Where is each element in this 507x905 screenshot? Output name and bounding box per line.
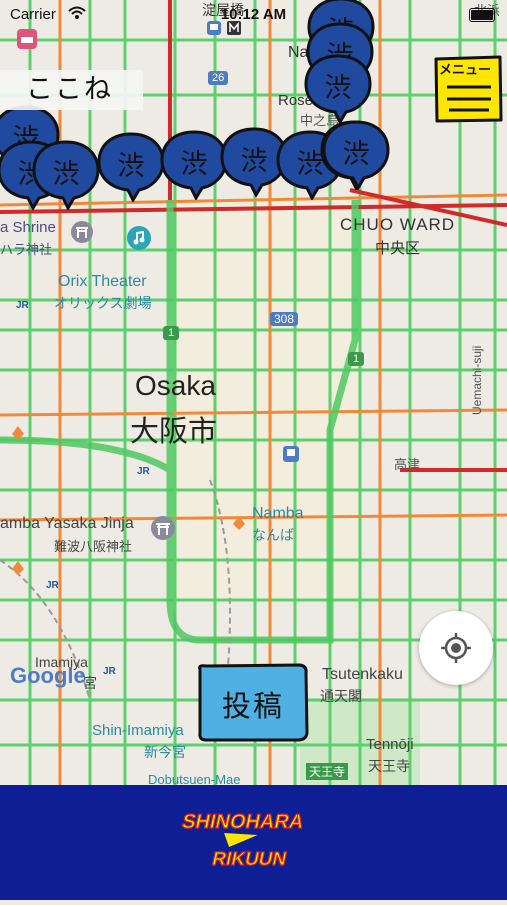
map-label-namba-jp: なんば xyxy=(252,527,294,543)
pin-label: 渋 xyxy=(117,151,145,182)
jr-icon-3: JR xyxy=(103,666,116,677)
map-label-namba: Namba xyxy=(252,505,304,522)
map-label-osaka-jp: 大阪市 xyxy=(130,414,218,448)
map-label-shrine: a Shrine xyxy=(0,219,56,236)
map-label-orix: Orix Theater xyxy=(58,273,147,290)
map-label-chuo-ward-jp: 中央区 xyxy=(375,240,421,257)
pin-label: 渋 xyxy=(342,139,370,170)
my-location-button[interactable] xyxy=(419,611,493,685)
jr-icon-1: JR xyxy=(137,466,150,477)
place-marker-icon-2 xyxy=(233,516,245,530)
map-label-chuo-ward: CHUO WARD xyxy=(340,215,456,234)
menu-button-label: メニュー xyxy=(439,63,492,78)
hotel-icon xyxy=(17,29,37,49)
status-bar: Carrier 10:12 AM xyxy=(0,0,507,30)
route-shield-26: 26 xyxy=(208,71,229,85)
map-pin-3[interactable]: 渋 xyxy=(30,138,102,210)
shinohara-rikuun-logo: SHINOHARA RIKUUN xyxy=(179,811,306,871)
menu-button[interactable]: メニュー xyxy=(433,55,503,123)
map-pin-12[interactable]: 渋 xyxy=(320,118,392,190)
map-label-orix-jp: オリックス劇場 xyxy=(54,295,152,311)
logo-text-line1: SHINOHARA xyxy=(180,811,306,833)
shrine-icon xyxy=(71,221,93,243)
map-label-uemachi: Uemachi-suji xyxy=(470,345,484,415)
logo-text-line2: RIKUUN xyxy=(210,849,288,870)
map-label-tennoji: Tennōji xyxy=(366,736,414,753)
map-label-shin-imamiya-jp: 新今宮 xyxy=(144,744,186,760)
place-marker-icon xyxy=(12,426,24,440)
shrine-icon-2 xyxy=(151,516,175,540)
map-label-shrine-jp: ハラ神社 xyxy=(0,242,53,257)
route-shield-1b: 1 xyxy=(348,352,365,366)
post-button-label: 投稿 xyxy=(221,689,284,723)
post-button[interactable]: 投稿 xyxy=(196,663,310,743)
map-label-tennoji-station: 天王寺 xyxy=(306,763,349,780)
map-label-tsutenkaku: Tsutenkaku xyxy=(322,666,403,683)
battery-icon xyxy=(469,8,495,22)
jr-icon-4: JR xyxy=(16,300,29,311)
map-pin-11[interactable]: 渋 xyxy=(302,52,374,124)
map-label-tsutenkaku-jp: 通天閣 xyxy=(320,688,362,704)
pin-label: 渋 xyxy=(324,73,352,104)
train-icon xyxy=(283,446,299,462)
crosshair-icon xyxy=(441,633,471,663)
clock: 10:12 AM xyxy=(220,6,287,23)
jr-icon-2: JR xyxy=(46,580,59,591)
map-label-shin-imamiya: Shin-Imamiya xyxy=(92,722,184,739)
place-marker-icon-3 xyxy=(12,561,24,575)
map-label-dobutsuen: Dobutsuen-Mae xyxy=(148,772,241,785)
pin-label: 渋 xyxy=(52,159,80,190)
map-label-yasaka: amba Yasaka Jinja xyxy=(0,515,134,532)
music-venue-icon xyxy=(127,226,151,250)
route-shield-308: 308 xyxy=(270,312,299,326)
map-label-takatsu: 高津 xyxy=(394,457,421,472)
footer-banner[interactable]: SHINOHARA RIKUUN xyxy=(0,785,507,900)
map-label-tennoji-jp: 天王寺 xyxy=(368,758,410,774)
map-label-yasaka-jp: 難波八阪神社 xyxy=(54,539,133,554)
route-shield-1a: 1 xyxy=(163,326,180,340)
current-location-label: ここね xyxy=(0,70,143,110)
map-label-osaka: Osaka xyxy=(135,370,216,401)
map-pin-4[interactable]: 渋 xyxy=(95,130,167,202)
google-logo: Google xyxy=(10,663,86,688)
